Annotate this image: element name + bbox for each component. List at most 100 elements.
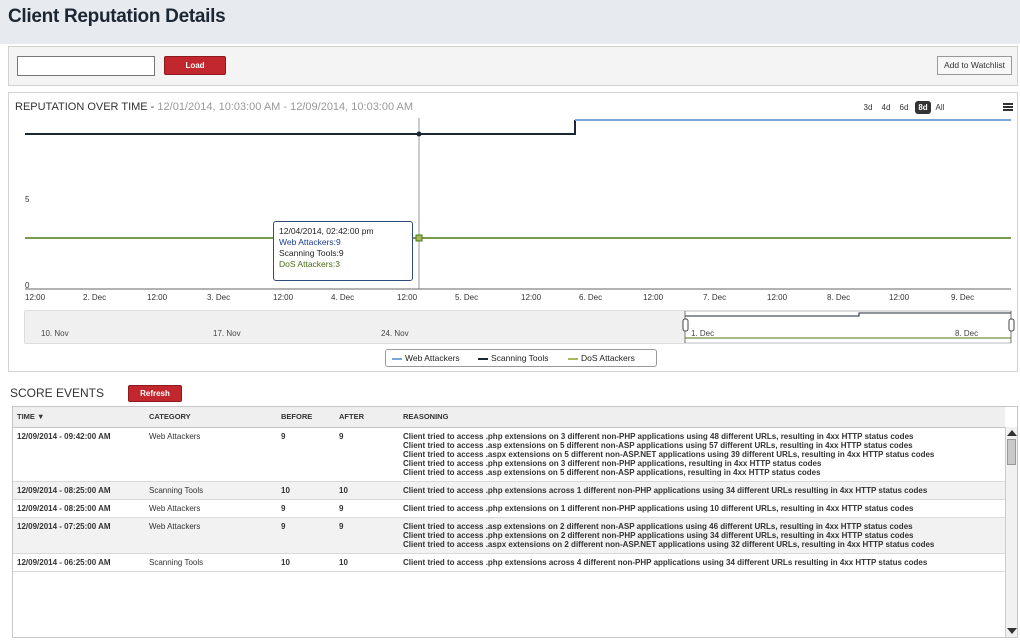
table-row[interactable]: 12/09/2014 - 08:25:00 AM Web Attackers 9… [13, 499, 1005, 518]
cell-before: 10 [277, 553, 335, 572]
series-scanning-tools-line [25, 120, 576, 135]
y-tick-label: 5 [25, 195, 30, 204]
cell-reasoning: Client tried to access .php extensions o… [399, 499, 1005, 518]
reasoning-line: Client tried to access .asp extensions o… [403, 467, 821, 477]
cell-category: Scanning Tools [145, 553, 277, 572]
column-header-time[interactable]: TIME ▼ [13, 407, 145, 428]
cell-after: 9 [335, 499, 399, 518]
cell-reasoning: Client tried to access .php extensions o… [399, 427, 1005, 482]
score-events-table: TIME ▼ CATEGORY BEFORE AFTER REASONING 1… [12, 406, 1018, 638]
x-tick-label: 12:00 [889, 293, 910, 302]
table-row[interactable]: 12/09/2014 - 07:25:00 AM Web Attackers 9… [13, 517, 1005, 554]
cell-after: 10 [335, 481, 399, 500]
navigator-label: 24. Nov [381, 329, 409, 338]
legend-item-scanning-tools[interactable]: Scanning Tools [478, 353, 549, 363]
x-tick-label: 12:00 [643, 293, 664, 302]
cell-time: 12/09/2014 - 07:25:00 AM [13, 517, 145, 554]
navigator-right-handle [1008, 318, 1015, 332]
cell-category: Scanning Tools [145, 481, 277, 500]
x-tick-label: 12:00 [397, 293, 418, 302]
legend-swatch-dos [568, 357, 578, 360]
score-events-title: SCORE EVENTS [10, 386, 105, 400]
legend-label: Scanning Tools [491, 353, 549, 363]
legend-swatch-web [392, 357, 402, 360]
scroll-thumb[interactable] [1007, 439, 1016, 465]
legend-label: DoS Attackers [581, 353, 635, 363]
cell-before: 10 [277, 481, 335, 500]
x-tick-label: 12:00 [767, 293, 788, 302]
column-header-before[interactable]: BEFORE [277, 407, 335, 428]
x-tick-label: 9. Dec [951, 293, 975, 302]
chart-tooltip: 12/04/2014, 02:42:00 pm Web Attackers:9 … [273, 221, 413, 281]
cell-time: 12/09/2014 - 08:25:00 AM [13, 499, 145, 518]
navigator-label: 10. Nov [41, 329, 69, 338]
cell-reasoning: Client tried to access .php extensions a… [399, 481, 1005, 500]
lookup-toolbar: Load Add to Watchlist [8, 46, 1018, 86]
chart-legend: Web Attackers Scanning Tools DoS Attacke… [385, 349, 657, 367]
reasoning-line: Client tried to access .asp extensions o… [403, 440, 913, 450]
x-tick-label: 12:00 [147, 293, 168, 302]
scroll-up-icon[interactable] [1007, 430, 1017, 436]
legend-label: Web Attackers [405, 353, 460, 363]
table-row[interactable]: 12/09/2014 - 08:25:00 AM Scanning Tools … [13, 481, 1005, 500]
cell-category: Web Attackers [145, 499, 277, 518]
x-tick-label: 5. Dec [455, 293, 479, 302]
add-to-watchlist-button[interactable]: Add to Watchlist [937, 56, 1012, 75]
page-title: Client Reputation Details [8, 6, 226, 27]
tooltip-date: 12/04/2014, 02:42:00 pm [279, 226, 374, 236]
cell-after: 9 [335, 517, 399, 554]
reasoning-line: Client tried to access .php extensions o… [403, 503, 914, 513]
load-button[interactable]: Load [164, 56, 226, 75]
x-tick-label: 3. Dec [207, 293, 231, 302]
navigator-label: 8. Dec [955, 329, 979, 338]
legend-item-dos-attackers[interactable]: DoS Attackers [568, 353, 635, 363]
x-tick-label: 12:00 [273, 293, 294, 302]
reasoning-line: Client tried to access .php extensions a… [403, 557, 928, 567]
x-tick-label: 8. Dec [827, 293, 851, 302]
table-header-row: TIME ▼ CATEGORY BEFORE AFTER REASONING [13, 407, 1005, 428]
x-tick-label: 7. Dec [703, 293, 727, 302]
scroll-down-icon[interactable] [1007, 628, 1017, 634]
navigator-label: 17. Nov [213, 329, 241, 338]
cell-before: 9 [277, 517, 335, 554]
x-tick-label: 2. Dec [83, 293, 107, 302]
reputation-chart-panel: REPUTATION OVER TIME - 12/01/2014, 10:03… [8, 92, 1018, 372]
reasoning-line: Client tried to access .asp extensions o… [403, 521, 913, 531]
reasoning-line: Client tried to access .aspx extensions … [403, 539, 935, 549]
reasoning-line: Client tried to access .php extensions o… [403, 530, 914, 540]
reasoning-line: Client tried to access .php extensions o… [403, 431, 914, 441]
reasoning-line: Client tried to access .php extensions a… [403, 485, 928, 495]
cell-before: 9 [277, 427, 335, 482]
table-scrollbar[interactable] [1005, 427, 1017, 637]
tooltip-scanning-tools: Scanning Tools:9 [279, 248, 344, 258]
reasoning-line: Client tried to access .aspx extensions … [403, 449, 935, 459]
column-header-category[interactable]: CATEGORY [145, 407, 277, 428]
scanning-tools-marker [416, 131, 422, 137]
cell-time: 12/09/2014 - 08:25:00 AM [13, 481, 145, 500]
cell-category: Web Attackers [145, 427, 277, 482]
x-tick-label: 12:00 [521, 293, 542, 302]
navigator-left-handle [682, 318, 689, 332]
y-tick-label: 0 [25, 281, 30, 290]
cell-reasoning: Client tried to access .php extensions a… [399, 553, 1005, 572]
reputation-line-chart [24, 118, 1015, 344]
tooltip-web-attackers: Web Attackers:9 [279, 237, 341, 247]
cell-category: Web Attackers [145, 517, 277, 554]
table-row[interactable]: 12/09/2014 - 09:42:00 AM Web Attackers 9… [13, 427, 1005, 482]
navigator-outside-left [25, 311, 685, 343]
refresh-button[interactable]: Refresh [128, 385, 182, 402]
legend-swatch-scanning [478, 357, 488, 360]
cell-after: 10 [335, 553, 399, 572]
legend-item-web-attackers[interactable]: Web Attackers [392, 353, 460, 363]
cell-reasoning: Client tried to access .asp extensions o… [399, 517, 1005, 554]
x-tick-label: 12:00 [25, 293, 46, 302]
cell-time: 12/09/2014 - 06:25:00 AM [13, 553, 145, 572]
column-header-after[interactable]: AFTER [335, 407, 399, 428]
column-header-reasoning[interactable]: REASONING [399, 407, 1005, 428]
cell-before: 9 [277, 499, 335, 518]
ip-address-input[interactable] [17, 56, 155, 76]
x-tick-label: 6. Dec [579, 293, 603, 302]
reasoning-line: Client tried to access .php extensions o… [403, 458, 822, 468]
table-row[interactable]: 12/09/2014 - 06:25:00 AM Scanning Tools … [13, 553, 1005, 572]
cell-time: 12/09/2014 - 09:42:00 AM [13, 427, 145, 482]
